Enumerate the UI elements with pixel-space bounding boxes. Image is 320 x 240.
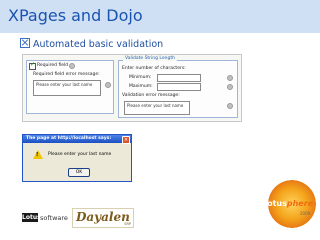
warning-mark: !: [36, 152, 39, 158]
ok-button[interactable]: OK: [68, 168, 90, 177]
lotusphere-word-a: Lotus: [262, 199, 287, 208]
minimum-input[interactable]: [157, 74, 201, 82]
info-icon: [227, 75, 233, 81]
info-icon: [105, 82, 111, 88]
lotusphere-wordmark: Lotusphere: [262, 199, 313, 208]
required-error-label: Required field error message:: [33, 72, 100, 77]
alert-dialog: The page at http://localhost says: × ! P…: [22, 134, 132, 182]
maximum-input[interactable]: [157, 83, 201, 91]
slide-title: XPages and Dojo: [8, 6, 143, 25]
lotusphere-year: 2009: [300, 211, 311, 216]
enter-characters-label: Enter number of characters:: [122, 66, 186, 71]
info-icon: [227, 103, 233, 109]
info-icon: [227, 84, 233, 90]
bullet-text: Automated basic validation: [33, 39, 164, 50]
bullet-box-icon: [20, 38, 30, 48]
minimum-label: Minimum:: [129, 75, 152, 80]
dialog-message: Please enter your last name: [48, 152, 112, 157]
validation-error-input[interactable]: Please enter your last name: [124, 101, 190, 115]
dayalen-text: Dayalen: [76, 210, 130, 224]
string-length-legend: Validate String Length: [123, 56, 177, 61]
info-icon: [69, 63, 75, 69]
validation-form-screenshot: Required field Required field error mess…: [22, 54, 242, 122]
dayalen-sub: SRP: [124, 222, 131, 226]
close-icon[interactable]: ×: [122, 136, 130, 144]
software-label: software: [40, 214, 68, 222]
validation-error-label: Validation error message:: [122, 93, 180, 98]
lotusphere-word-b: phere: [286, 199, 314, 208]
required-checkbox[interactable]: [29, 61, 36, 70]
dialog-titlebar: The page at http://localhost says: ×: [23, 135, 131, 144]
maximum-label: Maximum:: [129, 84, 153, 89]
dialog-title: The page at http://localhost says:: [26, 136, 112, 141]
string-length-group: Validate String Length Enter number of c…: [118, 56, 238, 118]
dayalen-logo: Dayalen SRP: [72, 208, 134, 228]
required-checkbox-label: Required field: [37, 63, 69, 68]
lotus-logo: Lotus: [22, 213, 41, 222]
bullet-item: Automated basic validation: [20, 38, 163, 50]
required-error-input[interactable]: Please enter your last name: [33, 80, 101, 96]
required-field-group: Required field Required field error mess…: [26, 60, 114, 114]
